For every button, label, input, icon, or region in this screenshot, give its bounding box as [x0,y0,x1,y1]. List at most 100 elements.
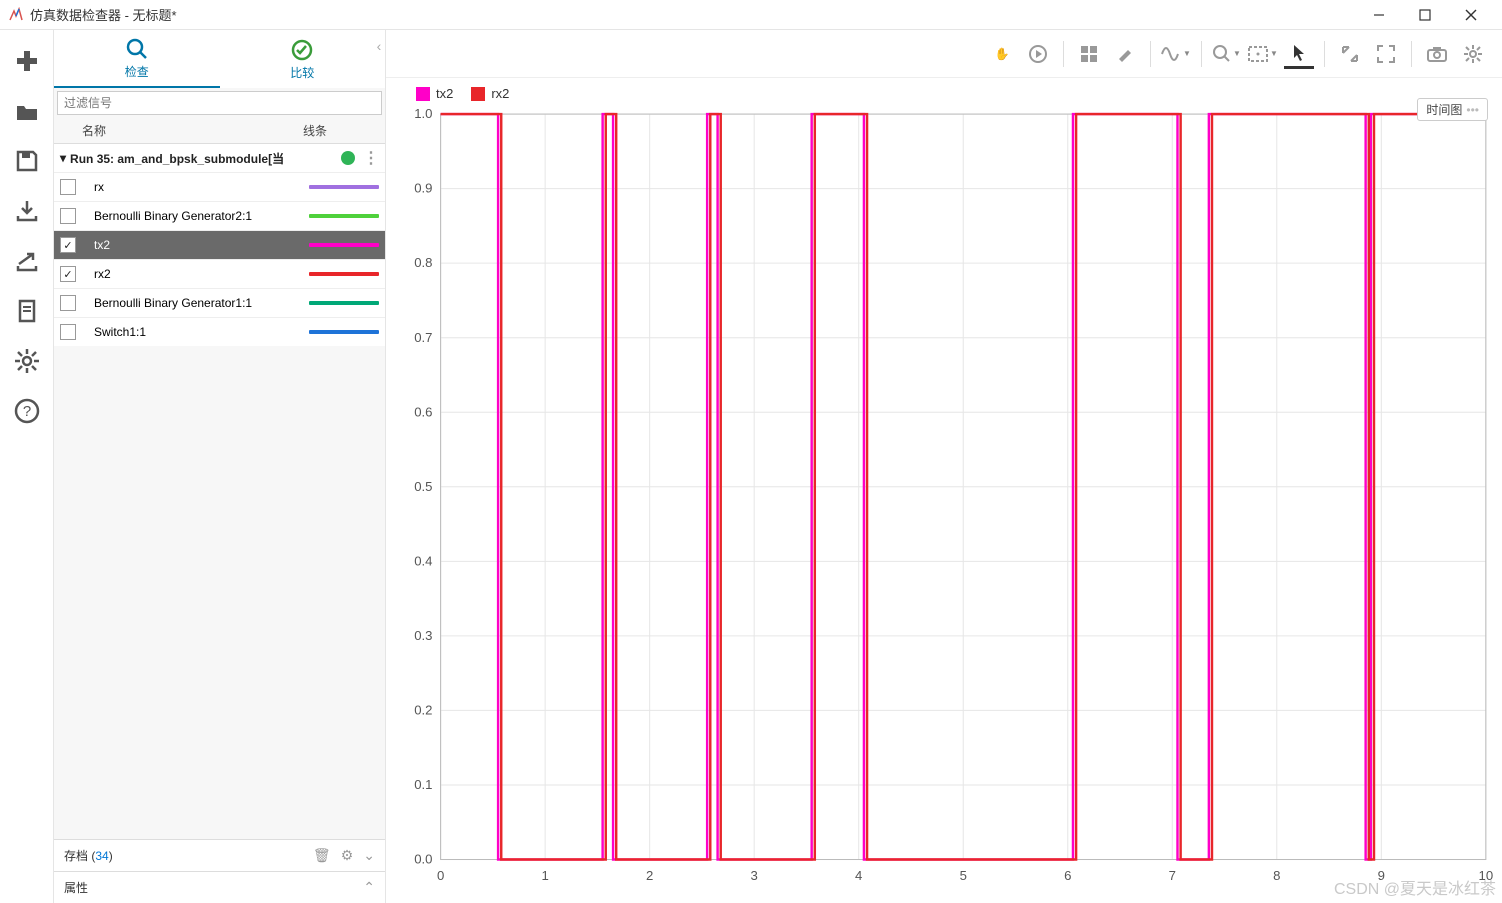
matlab-logo-icon [8,7,24,23]
expand-icon: ▾ [60,151,66,165]
report-button[interactable] [7,286,47,336]
signal-checkbox[interactable] [60,295,76,311]
signal-checkbox[interactable] [60,208,76,224]
svg-text:4: 4 [855,868,862,883]
svg-text:1: 1 [541,868,548,883]
signal-checkbox[interactable] [60,179,76,195]
signal-checkbox[interactable]: ✓ [60,266,76,282]
svg-text:0.6: 0.6 [414,404,432,419]
signal-row[interactable]: ✓ tx2 [54,230,385,259]
signal-row[interactable]: ✓ rx2 [54,259,385,288]
snapshot-button[interactable] [1422,39,1452,69]
run-status-icon [341,151,355,165]
signal-row[interactable]: Switch1:1 [54,317,385,346]
cursor-button[interactable] [1284,39,1314,69]
svg-text:0.2: 0.2 [414,702,432,717]
plot-settings-button[interactable] [1458,39,1488,69]
run-menu-icon[interactable]: ⋮ [363,148,379,168]
open-folder-button[interactable] [7,86,47,136]
add-button[interactable] [7,36,47,86]
tab-compare[interactable]: 比较 [220,30,386,88]
archive-settings-icon[interactable]: ⚙ [341,847,354,864]
signal-row[interactable]: rx [54,172,385,201]
collapse-panel-button[interactable]: ‹ [372,36,386,56]
svg-text:5: 5 [960,868,967,883]
search-icon [125,37,149,61]
zoom-button[interactable]: ▼ [1212,39,1242,69]
plot-type-badge[interactable]: 时间图••• [1417,98,1488,121]
properties-row[interactable]: 属性 ⌃ [54,871,385,903]
signal-color-swatch [309,272,379,276]
run-label: Run 35: am_and_bpsk_submodule[当 [70,150,341,167]
replay-button[interactable] [1023,39,1053,69]
fit-button[interactable]: ▼ [1248,39,1278,69]
signal-panel: ‹ 检查 比较 名称 线条 ▾ Run 35: am_and_bpsk_subm… [54,30,386,903]
plot-toolbar: ✋ ▼ ▼ ▼ [386,30,1502,78]
import-button[interactable] [7,186,47,236]
signal-checkbox[interactable] [60,324,76,340]
archive-row[interactable]: 存档 (34) 🗑 ⚙ ⌄ [54,839,385,871]
signal-name: Bernoulli Binary Generator2:1 [94,209,309,223]
svg-text:2: 2 [646,868,653,883]
legend-swatch [416,87,430,101]
svg-text:1.0: 1.0 [414,108,432,121]
svg-text:0: 0 [437,868,444,883]
chevron-down-icon[interactable]: ⌄ [363,847,375,864]
svg-text:?: ? [22,403,30,420]
check-icon [290,38,314,62]
expand-button[interactable] [1335,39,1365,69]
signal-type-button[interactable]: ▼ [1161,39,1191,69]
left-rail: ? [0,30,54,903]
svg-text:9: 9 [1378,868,1385,883]
settings-button[interactable] [7,336,47,386]
minimize-button[interactable] [1356,0,1402,30]
signal-name: tx2 [94,238,309,252]
signal-color-swatch [309,330,379,334]
plot-legend: tx2 rx2 [416,86,509,101]
svg-text:0.5: 0.5 [414,479,432,494]
tab-inspect[interactable]: 检查 [54,30,220,88]
help-button[interactable]: ? [7,386,47,436]
svg-text:7: 7 [1169,868,1176,883]
signal-row[interactable]: Bernoulli Binary Generator1:1 [54,288,385,317]
maximize-button[interactable] [1402,0,1448,30]
close-button[interactable] [1448,0,1494,30]
signal-name: Switch1:1 [94,325,309,339]
filter-input[interactable] [57,91,382,115]
signal-name: rx2 [94,267,309,281]
window-title: 仿真数据检查器 - 无标题* [30,5,1356,24]
run-row[interactable]: ▾ Run 35: am_and_bpsk_submodule[当 ⋮ [54,144,385,172]
save-button[interactable] [7,136,47,186]
trash-icon[interactable]: 🗑 [313,847,331,864]
svg-text:0.9: 0.9 [414,181,432,196]
svg-text:0.0: 0.0 [414,852,432,867]
titlebar: 仿真数据检查器 - 无标题* [0,0,1502,30]
svg-text:0.3: 0.3 [414,628,432,643]
signal-color-swatch [309,185,379,189]
legend-swatch [471,87,485,101]
signal-checkbox[interactable]: ✓ [60,237,76,253]
col-name: 名称 [76,122,303,139]
signal-row[interactable]: Bernoulli Binary Generator2:1 [54,201,385,230]
signal-name: rx [94,180,309,194]
signal-color-swatch [309,301,379,305]
signal-color-swatch [309,214,379,218]
fullscreen-button[interactable] [1371,39,1401,69]
export-button[interactable] [7,236,47,286]
svg-text:0.4: 0.4 [414,553,432,568]
clear-button[interactable] [1110,39,1140,69]
svg-text:0.8: 0.8 [414,255,432,270]
time-plot[interactable]: 0123456789100.00.10.20.30.40.50.60.70.80… [392,108,1496,888]
pan-hand-button[interactable]: ✋ [987,39,1017,69]
layout-grid-button[interactable] [1074,39,1104,69]
svg-text:10: 10 [1479,868,1494,883]
svg-text:0.1: 0.1 [414,777,432,792]
svg-text:3: 3 [751,868,758,883]
signal-color-swatch [309,243,379,247]
chevron-up-icon[interactable]: ⌃ [363,879,375,896]
tab-label: 比较 [290,64,314,81]
svg-text:8: 8 [1273,868,1280,883]
tab-label: 检查 [125,63,149,80]
col-line: 线条 [303,122,379,139]
svg-text:6: 6 [1064,868,1071,883]
